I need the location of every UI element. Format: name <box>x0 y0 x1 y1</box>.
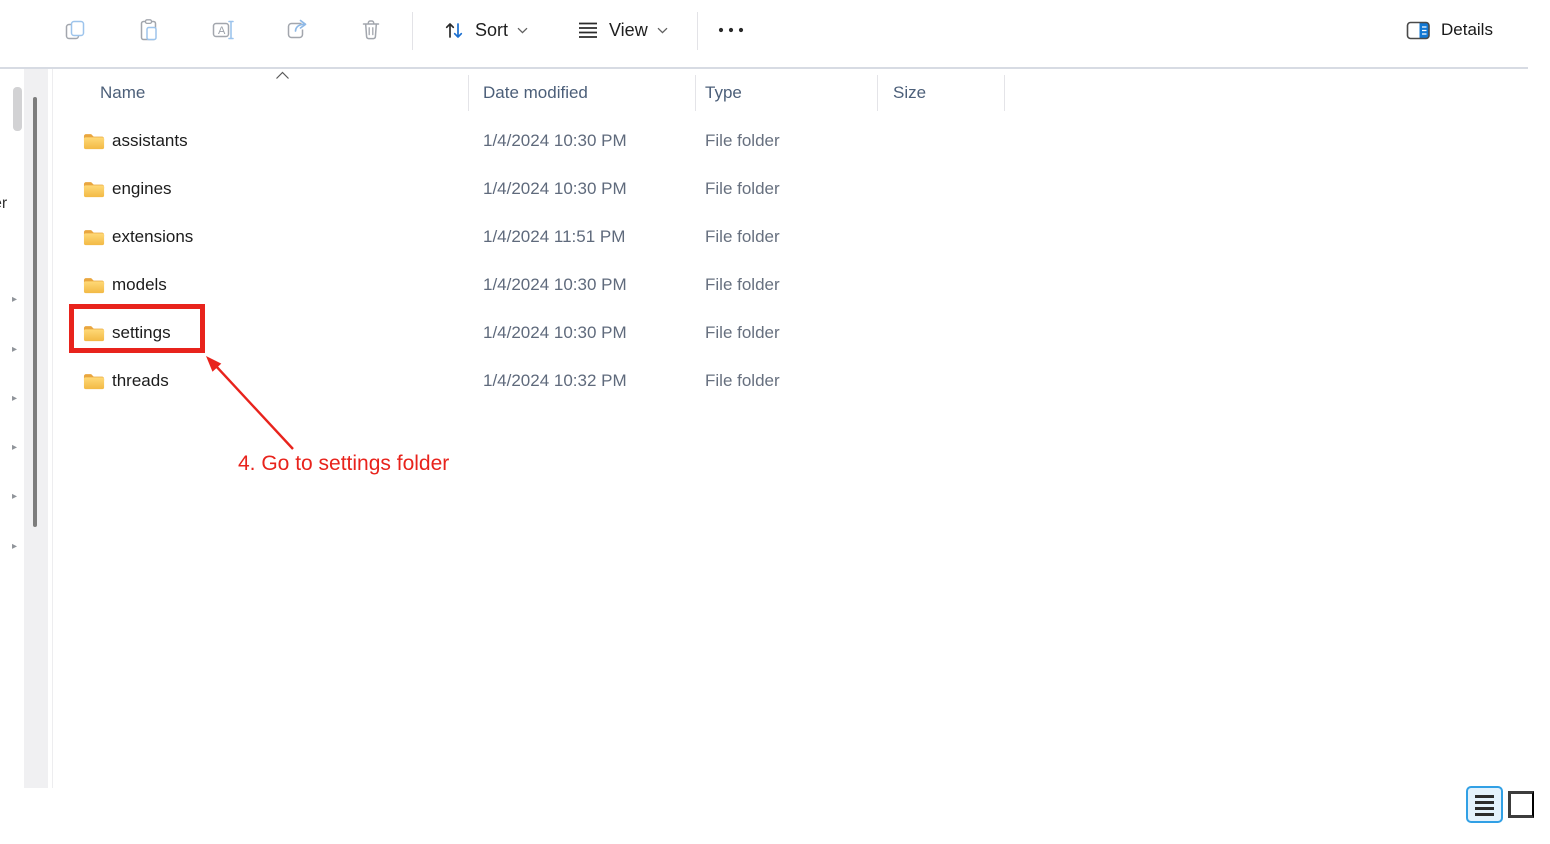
tree-chevron-icon[interactable]: ▸ <box>12 442 24 454</box>
date-modified: 1/4/2024 10:30 PM <box>483 131 627 151</box>
details-pane-icon <box>1406 20 1431 41</box>
file-type: File folder <box>705 131 780 151</box>
command-toolbar: A <box>0 0 1550 68</box>
view-lines-icon <box>576 18 600 42</box>
paste-icon <box>136 17 162 43</box>
copy-button[interactable] <box>53 8 97 52</box>
chevron-down-icon <box>657 27 668 34</box>
toolbar-separator <box>697 12 698 50</box>
view-label: View <box>609 20 648 41</box>
column-separator[interactable] <box>1004 75 1005 111</box>
file-type: File folder <box>705 179 780 199</box>
toolbar-separator <box>412 12 413 50</box>
date-modified: 1/4/2024 10:30 PM <box>483 275 627 295</box>
tree-chevron-icon[interactable]: ▸ <box>12 294 24 306</box>
folder-icon <box>83 371 106 391</box>
column-separator[interactable] <box>877 75 878 111</box>
file-type: File folder <box>705 371 780 391</box>
view-dropdown[interactable]: View <box>566 8 678 52</box>
share-button[interactable] <box>275 8 319 52</box>
date-modified: 1/4/2024 10:32 PM <box>483 371 627 391</box>
details-label: Details <box>1441 20 1493 40</box>
folder-icon <box>83 227 106 247</box>
nav-scrollbar[interactable] <box>33 97 37 527</box>
navigation-pane-cutoff: er ▸ ▸ ▸ ▸ ▸ ▸ <box>0 69 53 788</box>
chevron-down-icon <box>517 27 528 34</box>
annotation-arrow <box>180 340 320 470</box>
column-header-size[interactable]: Size <box>893 83 926 103</box>
folder-icon <box>83 131 106 151</box>
sort-label: Sort <box>475 20 508 41</box>
copy-icon <box>62 17 88 43</box>
file-name[interactable]: extensions <box>112 227 193 247</box>
file-type: File folder <box>705 323 780 343</box>
rename-icon: A <box>210 17 236 43</box>
date-modified: 1/4/2024 10:30 PM <box>483 323 627 343</box>
file-name[interactable]: threads <box>112 371 169 391</box>
svg-text:A: A <box>218 25 226 37</box>
sort-dropdown[interactable]: Sort <box>432 8 538 52</box>
date-modified: 1/4/2024 11:51 PM <box>483 227 625 247</box>
sort-ascending-icon <box>275 71 290 80</box>
toolbar-divider <box>0 67 1528 69</box>
truncated-tree-label: er <box>0 195 7 213</box>
column-header-row: Name Date modified Type Size <box>53 70 1533 116</box>
tree-chevron-icon[interactable]: ▸ <box>12 393 24 405</box>
scrollbar-thumb[interactable] <box>13 87 22 131</box>
folder-icon <box>83 179 106 199</box>
annotation-step-text: 4. Go to settings folder <box>238 452 449 476</box>
file-name[interactable]: assistants <box>112 131 188 151</box>
column-separator[interactable] <box>468 75 469 111</box>
date-modified: 1/4/2024 10:30 PM <box>483 179 627 199</box>
folder-icon <box>83 275 106 295</box>
paste-button[interactable] <box>127 8 171 52</box>
column-header-type[interactable]: Type <box>705 83 742 103</box>
sort-arrows-icon <box>442 18 466 42</box>
rename-button[interactable]: A <box>201 8 245 52</box>
file-row-extensions[interactable]: extensions 1/4/2024 11:51 PM File folder <box>53 213 1053 261</box>
share-icon <box>284 17 310 43</box>
ellipsis-icon <box>717 26 745 34</box>
file-explorer-window: A <box>0 0 1550 844</box>
details-pane-toggle[interactable]: Details <box>1398 8 1501 52</box>
file-name[interactable]: models <box>112 275 167 295</box>
file-type: File folder <box>705 275 780 295</box>
file-type: File folder <box>705 227 780 247</box>
file-row-models[interactable]: models 1/4/2024 10:30 PM File folder <box>53 261 1053 309</box>
column-header-date[interactable]: Date modified <box>483 83 588 103</box>
file-row-assistants[interactable]: assistants 1/4/2024 10:30 PM File folder <box>53 117 1053 165</box>
column-separator[interactable] <box>695 75 696 111</box>
file-name[interactable]: engines <box>112 179 172 199</box>
delete-button[interactable] <box>349 8 393 52</box>
trash-icon <box>358 17 384 43</box>
thumbnail-view-toggle[interactable] <box>1508 791 1534 818</box>
file-row-engines[interactable]: engines 1/4/2024 10:30 PM File folder <box>53 165 1053 213</box>
details-view-toggle[interactable] <box>1466 786 1503 823</box>
see-more-button[interactable] <box>709 8 753 52</box>
tree-chevron-icon[interactable]: ▸ <box>12 541 24 553</box>
tree-chevron-icon[interactable]: ▸ <box>12 491 24 503</box>
tree-chevron-icon[interactable]: ▸ <box>12 344 24 356</box>
column-header-name[interactable]: Name <box>100 83 145 103</box>
